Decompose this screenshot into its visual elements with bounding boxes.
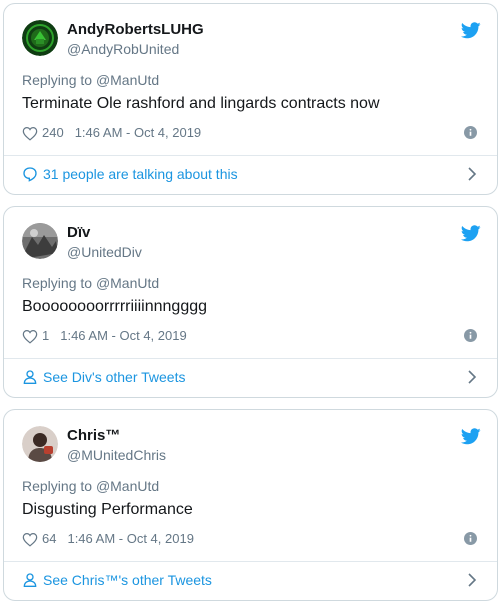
heart-icon[interactable]: [22, 126, 38, 141]
tweet-text: Terminate Ole rashford and lingards cont…: [22, 95, 380, 112]
replying-to: Replying to @ManUtd: [22, 477, 159, 495]
other-tweets-link-text[interactable]: See Chris™'s other Tweets: [43, 571, 212, 589]
heart-icon[interactable]: [22, 329, 38, 344]
replying-to: Replying to @ManUtd: [22, 71, 159, 89]
twitter-bird-icon[interactable]: [461, 22, 481, 39]
heart-icon[interactable]: [22, 532, 38, 547]
speech-bubble-icon: [23, 167, 37, 182]
replying-prefix: Replying to: [22, 72, 96, 88]
info-icon[interactable]: [464, 329, 477, 342]
tweet-meta: 1 1:46 AM - Oct 4, 2019: [22, 327, 187, 345]
timestamp[interactable]: 1:46 AM - Oct 4, 2019: [75, 124, 201, 142]
tweet-text: Boooooooorrrrriiiinnngggg: [22, 298, 208, 315]
reply-mention-link[interactable]: @ManUtd: [96, 478, 159, 494]
other-tweets-link[interactable]: See Chris™'s other Tweets: [22, 571, 212, 589]
display-name[interactable]: AndyRobertsLUHG: [67, 20, 204, 40]
tweet-meta: 64 1:46 AM - Oct 4, 2019: [22, 530, 194, 548]
timestamp[interactable]: 1:46 AM - Oct 4, 2019: [60, 327, 186, 345]
person-icon: [23, 573, 37, 587]
tweet-card[interactable]: Chris™ @MUnitedChris Replying to @ManUtd…: [3, 409, 498, 601]
replying-prefix: Replying to: [22, 275, 96, 291]
timestamp[interactable]: 1:46 AM - Oct 4, 2019: [67, 530, 193, 548]
username-handle[interactable]: @UnitedDiv: [67, 243, 142, 261]
conversation-link-text[interactable]: 31 people are talking about this: [43, 165, 238, 183]
chevron-right-icon[interactable]: [467, 370, 477, 384]
conversation-link[interactable]: 31 people are talking about this: [22, 165, 238, 183]
replying-prefix: Replying to: [22, 478, 96, 494]
other-tweets-link[interactable]: See Div's other Tweets: [22, 368, 185, 386]
username-handle[interactable]: @MUnitedChris: [67, 446, 166, 464]
chevron-right-icon[interactable]: [467, 573, 477, 587]
like-count: 1: [42, 328, 50, 343]
tweet-card[interactable]: AndyRobertsLUHG @AndyRobUnited Replying …: [3, 3, 498, 195]
divider: [4, 155, 497, 156]
tweet-card[interactable]: Dïv @UnitedDiv Replying to @ManUtd Boooo…: [3, 206, 498, 398]
info-icon[interactable]: [464, 126, 477, 139]
chevron-right-icon[interactable]: [467, 167, 477, 181]
display-name[interactable]: Dïv: [67, 223, 90, 243]
divider: [4, 561, 497, 562]
reply-mention-link[interactable]: @ManUtd: [96, 275, 159, 291]
like-count: 240: [42, 125, 64, 140]
info-icon[interactable]: [464, 532, 477, 545]
tweet-meta: 240 1:46 AM - Oct 4, 2019: [22, 124, 201, 142]
divider: [4, 358, 497, 359]
display-name[interactable]: Chris™: [67, 426, 120, 446]
twitter-bird-icon[interactable]: [461, 225, 481, 242]
reply-mention-link[interactable]: @ManUtd: [96, 72, 159, 88]
replying-to: Replying to @ManUtd: [22, 274, 159, 292]
other-tweets-link-text[interactable]: See Div's other Tweets: [43, 368, 185, 386]
avatar[interactable]: [22, 426, 58, 462]
avatar[interactable]: [22, 223, 58, 259]
like-count: 64: [42, 531, 57, 546]
twitter-bird-icon[interactable]: [461, 428, 481, 445]
avatar[interactable]: [22, 20, 58, 56]
username-handle[interactable]: @AndyRobUnited: [67, 40, 179, 58]
person-icon: [23, 370, 37, 384]
tweet-text: Disgusting Performance: [22, 501, 193, 518]
